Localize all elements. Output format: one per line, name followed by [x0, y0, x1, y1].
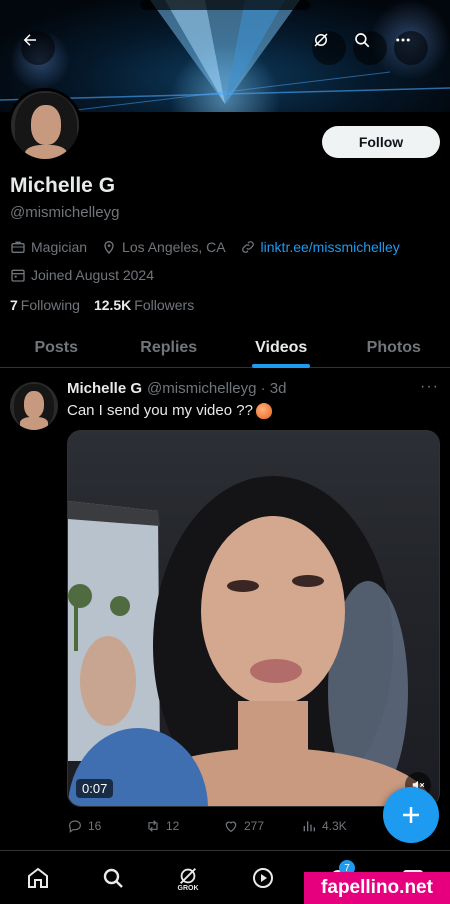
joined-item: Joined August 2024 — [10, 267, 154, 283]
website-item[interactable]: linktr.ee/missmichelley — [240, 239, 400, 255]
video-duration: 0:07 — [76, 779, 114, 798]
following-label: Following — [20, 297, 80, 313]
joined-row: Joined August 2024 — [10, 267, 168, 283]
nav-video[interactable] — [246, 861, 280, 895]
location-item: Los Angeles, CA — [101, 239, 226, 255]
grok-icon — [180, 867, 196, 884]
grok-analyze-button[interactable] — [312, 31, 346, 65]
calendar-icon — [11, 269, 25, 282]
post-author[interactable]: Michelle G — [67, 380, 142, 397]
nav-home[interactable] — [21, 861, 55, 895]
tab-replies[interactable]: Replies — [113, 328, 226, 367]
like-button[interactable]: 277 — [223, 818, 301, 834]
profile-name: Michelle G — [10, 174, 116, 197]
tab-photos[interactable]: Photos — [338, 328, 450, 367]
followers-label: Followers — [134, 297, 195, 313]
location-pin-icon — [104, 241, 114, 254]
views-count: 4.3K — [322, 819, 347, 833]
nav-grok[interactable]: GROK — [171, 861, 205, 895]
more-options-button[interactable] — [394, 31, 428, 65]
repost-icon — [148, 820, 158, 832]
tab-posts[interactable]: Posts — [0, 328, 113, 367]
follow-button[interactable]: Follow — [322, 126, 440, 158]
following-count: 7 — [10, 297, 18, 313]
post-video[interactable]: 0:07 — [67, 430, 440, 807]
post-header: Michelle G @mismichelleyg · 3d — [67, 380, 286, 397]
profile-avatar[interactable] — [8, 88, 82, 162]
search-icon — [355, 33, 370, 48]
watermark: fapellino.net — [304, 872, 450, 904]
home-icon — [28, 867, 48, 888]
plus-icon — [403, 807, 419, 823]
like-count: 277 — [244, 819, 265, 833]
profile-handle: @mismichelleyg — [10, 204, 120, 221]
tab-videos[interactable]: Videos — [225, 328, 338, 368]
post-avatar[interactable] — [10, 382, 58, 430]
back-button[interactable] — [21, 31, 55, 65]
reply-button[interactable]: 16 — [67, 818, 145, 834]
repost-button[interactable]: 12 — [145, 818, 223, 834]
post-text-content: Can I send you my video ?? — [67, 402, 253, 419]
post-meta: @mismichelleyg · 3d — [147, 380, 287, 397]
play-circle-icon — [253, 868, 273, 888]
category-label: Magician — [31, 239, 88, 255]
follow-stats: 7 Following 12.5K Followers — [10, 297, 194, 313]
repost-count: 12 — [166, 819, 180, 833]
post-more-button[interactable]: ··· — [420, 378, 439, 396]
heart-icon — [225, 821, 237, 833]
search-button[interactable] — [353, 31, 387, 65]
views-button[interactable]: 4.3K — [301, 818, 379, 834]
nav-search[interactable] — [96, 861, 130, 895]
joined-label: Joined August 2024 — [31, 267, 154, 283]
followers-count: 12.5K — [93, 297, 132, 313]
reply-count: 16 — [88, 819, 102, 833]
website-link[interactable]: linktr.ee/missmichelley — [261, 239, 400, 255]
followers-link[interactable]: 12.5K Followers — [94, 297, 194, 313]
peach-emoji-icon — [255, 402, 272, 419]
compose-button[interactable] — [383, 787, 439, 843]
search-icon — [103, 868, 123, 888]
following-link[interactable]: 7 Following — [10, 297, 80, 313]
briefcase-icon — [11, 241, 25, 253]
profile-tabs: Posts Replies Videos Photos — [0, 328, 450, 368]
profile-meta: Magician Los Angeles, CA linktr.ee/missm… — [10, 239, 414, 255]
grok-icon — [314, 33, 328, 47]
views-chart-icon — [303, 821, 315, 832]
video-thumbnail — [68, 476, 433, 806]
category-item: Magician — [10, 239, 87, 255]
more-icon — [396, 38, 410, 42]
grok-label: GROK — [177, 884, 199, 892]
reply-icon — [69, 820, 81, 833]
arrow-left-icon — [23, 34, 36, 46]
link-icon — [241, 241, 254, 253]
post-actions: 16 12 277 4.3K — [67, 818, 437, 834]
post-text: Can I send you my video ?? — [67, 402, 272, 419]
location-label: Los Angeles, CA — [122, 239, 226, 255]
